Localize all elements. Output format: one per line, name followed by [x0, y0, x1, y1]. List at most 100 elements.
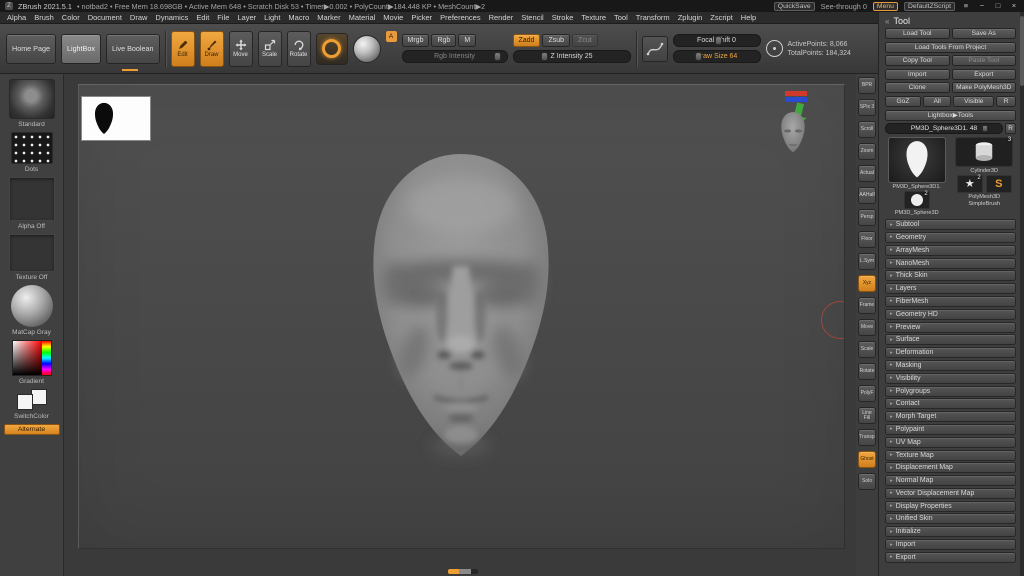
switch-color-swatches[interactable] [15, 389, 49, 411]
shelf-toggle-button[interactable]: Solo [858, 473, 876, 490]
focal-shift-slider[interactable]: Focal Shift 0 [673, 34, 761, 47]
menu-item[interactable]: Help [737, 13, 760, 22]
shelf-toggle-button[interactable]: Scroll [858, 121, 876, 138]
tool-subpalette-row[interactable]: ▸ Normal Map [885, 475, 1016, 486]
rgb-intensity-slider[interactable]: Rgb Intensity [402, 50, 508, 63]
scrollbar-thumb[interactable] [1020, 16, 1024, 86]
goz-all-button[interactable]: All [923, 96, 951, 107]
zcut-button[interactable]: Zcut [572, 34, 598, 47]
menu-item[interactable]: Macro [284, 13, 313, 22]
slider-handle[interactable] [982, 125, 988, 132]
shelf-toggle-button[interactable]: Frame [858, 297, 876, 314]
tool-subpalette-row[interactable]: ▸ Masking [885, 360, 1016, 371]
window-menu-icon[interactable]: ≡ [961, 1, 971, 11]
tool-subpalette-row[interactable]: ▸ Contact [885, 398, 1016, 409]
tool-subpalette-row[interactable]: ▸ Initialize [885, 526, 1016, 537]
scrollbar-thumb[interactable] [448, 569, 459, 574]
menu-item[interactable]: Stencil [517, 13, 548, 22]
tool-subpalette-row[interactable]: ▸ FiberMesh [885, 296, 1016, 307]
menu-item[interactable]: Edit [192, 13, 213, 22]
make-polymesh3d-button[interactable]: Make PolyMesh3D [952, 82, 1017, 93]
tool-subpalette-row[interactable]: ▸ Layers [885, 283, 1016, 294]
tool-thumbnail-polymesh3d[interactable]: ★ 2 [957, 175, 983, 193]
tool-thumbnail-cylinder[interactable]: 3 [955, 137, 1013, 167]
camera-orientation-preview[interactable] [776, 111, 810, 155]
shelf-toggle-button[interactable]: Scale [858, 341, 876, 358]
tool-subpalette-row[interactable]: ▸ Surface [885, 334, 1016, 345]
menu-toggle-button[interactable]: Menu [873, 2, 898, 11]
tool-subpalette-row[interactable]: ▸ Geometry HD [885, 309, 1016, 320]
active-tool-thumbnail[interactable] [888, 137, 946, 183]
tool-subpalette-row[interactable]: ▸ Geometry [885, 232, 1016, 243]
export-button[interactable]: Export [952, 69, 1017, 80]
tool-subpalette-row[interactable]: ▸ ArrayMesh [885, 245, 1016, 256]
current-brush-well[interactable]: Standard [9, 79, 55, 128]
shelf-toggle-button[interactable]: Ghost [858, 451, 876, 468]
default-zscript-button[interactable]: DefaultZScript [904, 2, 955, 11]
shelf-toggle-button[interactable]: Zoom [858, 143, 876, 160]
menu-item[interactable]: Preferences [436, 13, 484, 22]
tool-thumbnail-sphere[interactable]: 2 [904, 191, 930, 209]
load-tool-button[interactable]: Load Tool [885, 28, 950, 39]
quicksave-button[interactable]: QuickSave [774, 2, 815, 11]
slider-handle[interactable] [494, 52, 501, 61]
menu-item[interactable]: Zplugin [674, 13, 707, 22]
restore-icon[interactable]: □ [993, 1, 1003, 11]
shelf-toggle-button[interactable]: Xyz [858, 275, 876, 292]
saturation-value-square[interactable] [13, 341, 42, 375]
goz-button[interactable]: GoZ [885, 96, 921, 107]
menu-item[interactable]: Alpha [3, 13, 30, 22]
current-brush-button[interactable] [316, 33, 348, 65]
current-alpha-well[interactable]: Alpha Off [9, 177, 55, 230]
tool-subpalette-row[interactable]: ▸ UV Map [885, 437, 1016, 448]
tool-subpalette-row[interactable]: ▸ Polygroups [885, 386, 1016, 397]
slider-handle[interactable] [715, 36, 722, 45]
tool-subpalette-row[interactable]: ▸ Polypaint [885, 424, 1016, 435]
menu-item[interactable]: Layer [233, 13, 260, 22]
shelf-toggle-button[interactable]: Transp [858, 429, 876, 446]
color-picker-well[interactable]: Gradient [12, 340, 52, 385]
menu-item[interactable]: Render [485, 13, 518, 22]
save-as-button[interactable]: Save As [952, 28, 1017, 39]
tool-subpalette-row[interactable]: ▸ NanoMesh [885, 258, 1016, 269]
current-material-sphere[interactable] [353, 35, 381, 63]
sculpted-head-model[interactable] [336, 146, 586, 476]
shelf-toggle-button[interactable]: AAHalf [858, 187, 876, 204]
restore-configuration-button[interactable]: R [1005, 123, 1016, 134]
tool-subpalette-row[interactable]: ▸ Subtool [885, 219, 1016, 230]
document-viewport[interactable] [78, 84, 845, 549]
menu-item[interactable]: Texture [577, 13, 610, 22]
goz-visible-button[interactable]: Visible [953, 96, 994, 107]
tool-subpalette-row[interactable]: ▸ Visibility [885, 373, 1016, 384]
slider-handle[interactable] [541, 52, 548, 61]
lightbox-button[interactable]: LightBox [61, 34, 101, 64]
tool-subpalette-row[interactable]: ▸ Thick Skin [885, 270, 1016, 281]
canvas-area[interactable] [64, 74, 856, 576]
tool-subpalette-row[interactable]: ▸ Morph Target [885, 411, 1016, 422]
menu-item[interactable]: Draw [126, 13, 152, 22]
tool-subpalette-row[interactable]: ▸ Export [885, 552, 1016, 563]
draw-size-slider[interactable]: Draw Size 64 [673, 50, 761, 63]
menu-item[interactable]: Dynamics [151, 13, 192, 22]
shelf-toggle-button[interactable]: Move [858, 319, 876, 336]
switch-color-well[interactable]: SwitchColor [14, 389, 49, 420]
menu-item[interactable]: File [213, 13, 233, 22]
menu-item[interactable]: Zscript [706, 13, 737, 22]
paste-tool-button[interactable]: Paste Tool [952, 55, 1017, 66]
tool-subpalette-row[interactable]: ▸ Preview [885, 322, 1016, 333]
menu-item[interactable]: Marker [313, 13, 344, 22]
tool-subpalette-row[interactable]: ▸ Import [885, 539, 1016, 550]
shelf-toggle-button[interactable]: Line Fill [858, 407, 876, 424]
menu-item[interactable]: Picker [407, 13, 436, 22]
alternate-button[interactable]: Alternate [4, 424, 60, 435]
tool-subpalette-row[interactable]: ▸ Displacement Map [885, 462, 1016, 473]
active-tool-slider[interactable]: PM3D_Sphere3D1. 48 [885, 123, 1003, 134]
document-scrollbar[interactable] [448, 569, 478, 574]
hue-strip[interactable] [42, 341, 51, 375]
stroke-curve-button[interactable] [642, 36, 668, 62]
lightbox-tools-button[interactable]: Lightbox▶Tools [885, 110, 1016, 121]
menu-item[interactable]: Transform [632, 13, 674, 22]
home-page-button[interactable]: Home Page [6, 34, 56, 64]
tool-panel-scrollbar[interactable] [1020, 12, 1024, 576]
menu-item[interactable]: Stroke [548, 13, 578, 22]
